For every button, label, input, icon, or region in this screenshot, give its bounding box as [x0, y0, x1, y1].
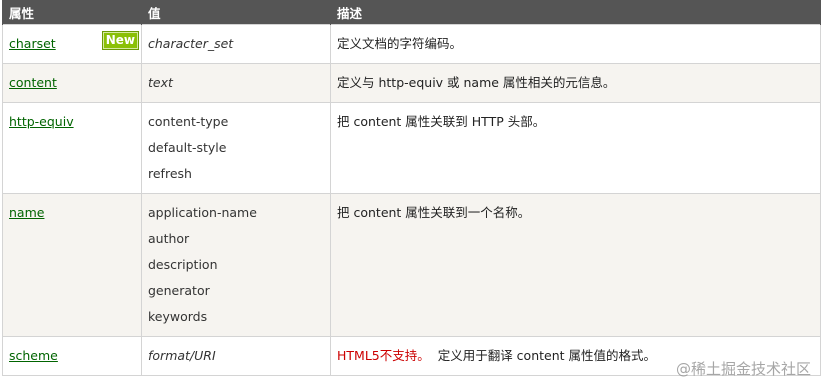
table-row: charset New character_set 定义文档的字符编码。 — [2, 24, 821, 64]
attr-link-name[interactable]: name — [9, 205, 44, 220]
value-cell: format/URI — [141, 336, 331, 376]
value-cell: content-type default-style refresh — [141, 102, 331, 194]
unsupported-note: HTML5不支持。 — [337, 348, 430, 363]
value-text: refresh — [148, 166, 192, 181]
value-text: content-type — [148, 114, 229, 129]
value-text: character_set — [148, 36, 234, 51]
value-cell: application-name author description gene… — [141, 193, 331, 337]
table-row: http-equiv content-type default-style re… — [2, 102, 821, 194]
attr-cell: scheme — [2, 336, 142, 376]
attr-link-content[interactable]: content — [9, 75, 57, 90]
desc-cell: 把 content 属性关联到 HTTP 头部。 — [330, 102, 821, 194]
watermark: @稀土掘金技术社区 — [675, 360, 811, 378]
value-text: keywords — [148, 309, 208, 324]
header-value: 值 — [141, 0, 331, 25]
desc-cell: 定义与 http-equiv 或 name 属性相关的元信息。 — [330, 63, 821, 103]
value-text: text — [148, 75, 173, 90]
attr-cell: charset New — [2, 24, 142, 64]
header-description: 描述 — [330, 0, 821, 25]
value-text: format/URI — [148, 348, 216, 363]
value-cell: text — [141, 63, 331, 103]
attr-cell: http-equiv — [2, 102, 142, 194]
value-text: generator — [148, 283, 210, 298]
attr-link-charset[interactable]: charset — [9, 36, 56, 51]
attr-link-http-equiv[interactable]: http-equiv — [9, 114, 74, 129]
value-text: author — [148, 231, 190, 246]
table-header-row: 属性 值 描述 — [2, 0, 821, 25]
value-text: description — [148, 257, 218, 272]
desc-cell: 定义文档的字符编码。 — [330, 24, 821, 64]
attr-cell: name — [2, 193, 142, 337]
desc-text: 定义用于翻译 content 属性值的格式。 — [437, 348, 657, 363]
value-text: default-style — [148, 140, 227, 155]
table-row: content text 定义与 http-equiv 或 name 属性相关的… — [2, 63, 821, 103]
new-badge: New — [101, 31, 139, 50]
page: 属性 值 描述 charset New character_set 定义文档的字… — [0, 0, 823, 391]
attribute-table: 属性 值 描述 charset New character_set 定义文档的字… — [2, 0, 821, 376]
attr-link-scheme[interactable]: scheme — [9, 348, 58, 363]
value-cell: character_set — [141, 24, 331, 64]
attr-cell: content — [2, 63, 142, 103]
table-row: name application-name author description… — [2, 193, 821, 337]
value-text: application-name — [148, 205, 257, 220]
desc-cell: 把 content 属性关联到一个名称。 — [330, 193, 821, 337]
header-attribute: 属性 — [2, 0, 142, 25]
